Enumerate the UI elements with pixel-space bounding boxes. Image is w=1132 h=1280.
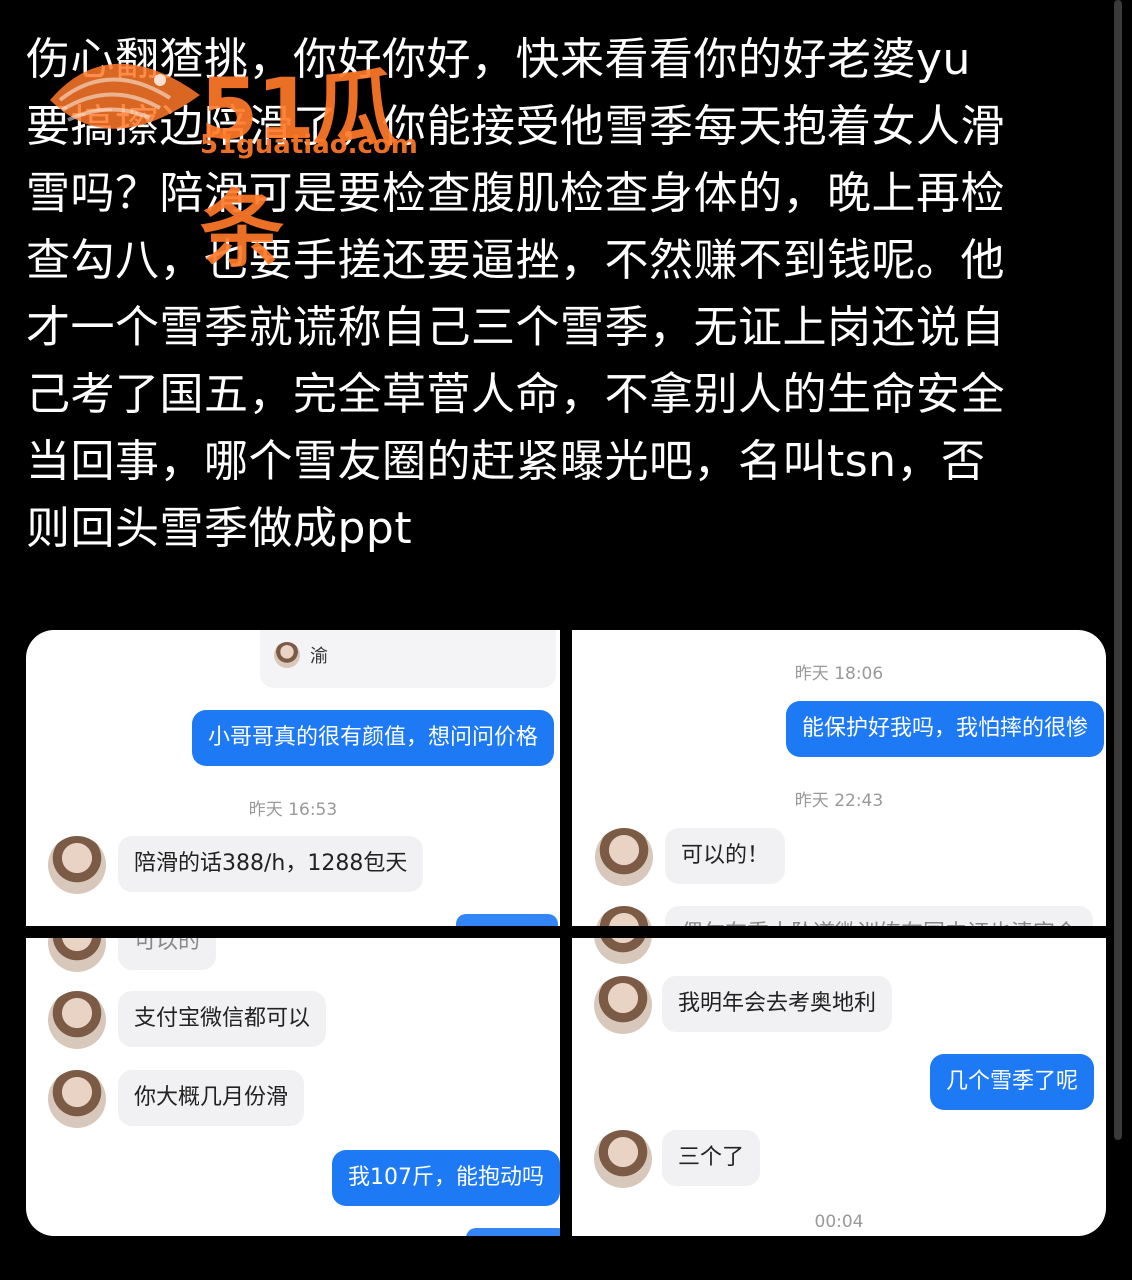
incoming-message: 我明年会去考奥地利 [662, 976, 893, 1032]
chat-screenshot-3: 可以的 支付宝微信都可以 你大概几月份滑 我107斤，能抱动吗 [26, 938, 560, 1236]
avatar [594, 976, 652, 1034]
avatar [594, 1130, 652, 1188]
avatar [594, 938, 652, 964]
incoming-message-cut: 可以的 [118, 938, 217, 970]
timestamp: 昨天 16:53 [248, 800, 338, 820]
timestamp: 00:04 [814, 1212, 864, 1232]
scrollbar[interactable] [1114, 0, 1122, 1140]
outgoing-message: 我107斤，能抱动吗 [332, 1150, 560, 1206]
post-line: 则回头雪季做成ppt [26, 503, 413, 554]
post-line: 查勾八，也要手搓还要逼挫，不然赚不到钱呢。他 [26, 235, 1005, 286]
post-line: 伤心翻猹挑，你好你好，快来看看你的好老婆yu [26, 34, 971, 85]
incoming-message: 可以的！ [665, 828, 786, 884]
outgoing-message: 几个雪季了呢 [929, 1054, 1094, 1110]
incoming-message: 陪滑的话388/h，1288包天 [118, 836, 424, 892]
incoming-message: 支付宝微信都可以 [118, 991, 327, 1047]
avatar [48, 938, 106, 972]
post-line: 雪吗？陪滑可是要检查腹肌检查身体的，晚上再检 [26, 168, 1005, 219]
outgoing-message-cut [466, 1228, 560, 1236]
chat-screenshot-2: 昨天 18:06 能保护好我吗，我怕摔的很惨 昨天 22:43 可以的！ 偶尔在… [572, 630, 1106, 926]
outgoing-message: 能保护好我吗，我怕摔的很惨 [785, 701, 1104, 757]
avatar [48, 991, 106, 1049]
post-line: 当回事，哪个雪友圈的赶紧曝光吧，名叫tsn，否 [26, 436, 986, 487]
avatar [48, 1070, 106, 1128]
timestamp: 昨天 18:06 [794, 664, 884, 684]
outgoing-message: 小哥哥真的很有颜值，想问问价格 [191, 710, 554, 766]
avatar [595, 828, 653, 886]
post-line: 己考了国五，完全草菅人命，不拿别人的生命安全 [26, 369, 1005, 420]
post-text: 伤心翻猹挑，你好你好，快来看看你的好老婆yu 要搞擦边陪滑了，你能接受他雪季每天… [26, 26, 1106, 562]
avatar [595, 906, 653, 926]
incoming-message: 三个了 [662, 1130, 761, 1186]
timestamp: 昨天 22:43 [794, 791, 884, 811]
profile-card: 渝 [260, 630, 556, 688]
avatar [274, 642, 300, 668]
chat-screenshot-4: 我明年会去考奥地利 几个雪季了呢 三个了 00:04 [572, 938, 1106, 1236]
incoming-message-cut: 偶尔在重大坠道微训练在国内证也清定会 [665, 906, 1094, 926]
post-line: 要搞擦边陪滑了，你能接受他雪季每天抱着女人滑 [26, 101, 1005, 152]
chat-screenshot-1: 渝 小哥哥真的很有颜值，想问问价格 昨天 16:53 陪滑的话388/h，128… [26, 630, 560, 926]
outgoing-message-cut [456, 914, 558, 926]
card-name: 渝 [310, 646, 328, 667]
avatar [48, 836, 106, 894]
post-line: 才一个雪季就谎称自己三个雪季，无证上岗还说自 [26, 302, 1005, 353]
incoming-message: 你大概几月份滑 [118, 1070, 305, 1126]
